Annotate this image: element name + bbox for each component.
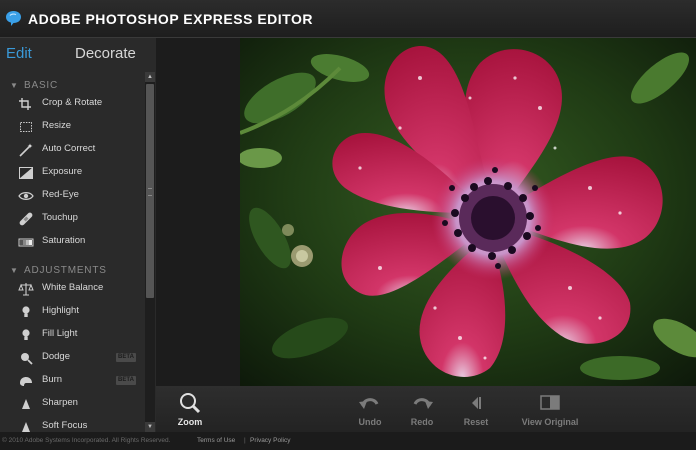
grip-icon <box>148 188 152 196</box>
zoom-button[interactable]: Zoom <box>170 392 210 428</box>
section-label-basic: BASIC <box>24 80 59 91</box>
footer: © 2010 Adobe Systems Incorporated. All R… <box>0 432 696 450</box>
redo-label: Redo <box>410 417 434 427</box>
redo-button[interactable]: Redo <box>402 392 442 428</box>
eye-icon <box>18 192 34 200</box>
terms-of-use-link[interactable]: Terms of Use <box>197 437 235 444</box>
section-header-adjustments[interactable]: ▼ ADJUSTMENTS <box>10 265 107 276</box>
soft-focus-icon <box>22 422 30 432</box>
tool-label: White Balance <box>42 282 104 293</box>
sidebar-scrollbar[interactable]: ▲ ▼ <box>145 72 155 432</box>
tool-label: Burn <box>42 374 63 385</box>
tool-label: Auto Correct <box>42 143 96 154</box>
footer-separator: | <box>244 437 246 444</box>
tool-label: Saturation <box>42 235 86 246</box>
scrollbar-thumb[interactable] <box>146 84 154 298</box>
tool-label: Fill Light <box>42 328 78 339</box>
tool-label: Sharpen <box>42 397 78 408</box>
tool-sharpen[interactable]: Sharpen <box>0 393 144 415</box>
exposure-icon <box>19 167 33 179</box>
crop-icon <box>19 98 31 110</box>
tool-auto-correct[interactable]: Auto Correct <box>0 139 144 161</box>
privacy-policy-link[interactable]: Privacy Policy <box>250 437 290 444</box>
tool-exposure[interactable]: Exposure <box>0 162 144 184</box>
tool-label: Touchup <box>42 212 78 223</box>
bottom-toolbar: Zoom Undo Redo Reset View Original <box>156 386 696 432</box>
tool-highlight[interactable]: Highlight <box>0 301 144 323</box>
reset-button[interactable]: Reset <box>456 392 496 428</box>
tool-red-eye[interactable]: Red-Eye <box>0 185 144 207</box>
resize-icon <box>20 122 32 132</box>
undo-label: Undo <box>358 417 382 427</box>
undo-button[interactable]: Undo <box>350 392 390 428</box>
scroll-up-arrow-icon[interactable]: ▲ <box>145 72 155 82</box>
burn-icon <box>20 377 32 386</box>
magnifier-icon <box>180 393 201 414</box>
redo-icon <box>413 398 433 409</box>
tool-label: Highlight <box>42 305 79 316</box>
tool-label: Resize <box>42 120 72 131</box>
undo-icon <box>359 398 379 409</box>
tool-dodge[interactable]: Dodge BETA <box>0 347 144 369</box>
beta-badge: BETA <box>116 376 136 385</box>
speech-bubble-logo-icon <box>6 11 21 26</box>
reset-icon <box>472 397 481 409</box>
tab-edit[interactable]: Edit <box>6 45 32 62</box>
scale-icon <box>18 283 34 296</box>
beta-badge: BETA <box>116 353 136 362</box>
sharpen-icon <box>22 399 30 409</box>
tool-label: Dodge <box>42 351 70 362</box>
tool-resize[interactable]: Resize <box>0 116 144 138</box>
zoom-label: Zoom <box>177 417 203 427</box>
section-label-adjustments: ADJUSTMENTS <box>24 265 107 276</box>
tool-label: Red-Eye <box>42 189 79 200</box>
tab-decorate[interactable]: Decorate <box>75 45 136 62</box>
mode-tabs: Edit Decorate <box>0 38 156 70</box>
scroll-down-arrow-icon[interactable]: ▼ <box>145 422 155 432</box>
tool-white-balance[interactable]: White Balance <box>0 278 144 300</box>
tool-burn[interactable]: Burn BETA <box>0 370 144 392</box>
collapse-arrow-icon: ▼ <box>10 266 19 275</box>
dodge-icon <box>21 353 33 365</box>
view-original-button[interactable]: View Original <box>512 392 588 428</box>
reset-label: Reset <box>463 417 489 427</box>
tool-label: Soft Focus <box>42 420 88 431</box>
photo-canvas[interactable] <box>240 38 696 386</box>
title-bar: ADOBE PHOTOSHOP EXPRESS EDITOR <box>0 0 696 38</box>
lightbulb-icon <box>22 306 30 317</box>
tool-fill-light[interactable]: Fill Light <box>0 324 144 346</box>
app-title: ADOBE PHOTOSHOP EXPRESS EDITOR <box>28 11 313 27</box>
tool-label: Crop & Rotate <box>42 97 103 108</box>
canvas-area <box>156 38 696 386</box>
tool-label: Exposure <box>42 166 83 177</box>
tool-touchup[interactable]: Touchup <box>0 208 144 230</box>
magic-wand-icon <box>19 143 33 157</box>
copyright-text: © 2010 Adobe Systems Incorporated. All R… <box>2 437 171 444</box>
tool-crop-rotate[interactable]: Crop & Rotate <box>0 93 144 115</box>
compare-icon <box>540 395 560 410</box>
collapse-arrow-icon: ▼ <box>10 81 19 90</box>
tool-saturation[interactable]: Saturation <box>0 231 144 253</box>
tool-soft-focus[interactable]: Soft Focus <box>0 416 144 432</box>
section-header-basic[interactable]: ▼ BASIC <box>10 80 58 91</box>
sidebar: Edit Decorate ▼ BASIC Crop & Rotate Resiz… <box>0 38 156 432</box>
bandage-icon <box>19 212 33 226</box>
saturation-icon <box>18 238 34 247</box>
lightbulb-icon <box>22 329 30 340</box>
view-original-label: View Original <box>521 417 579 427</box>
